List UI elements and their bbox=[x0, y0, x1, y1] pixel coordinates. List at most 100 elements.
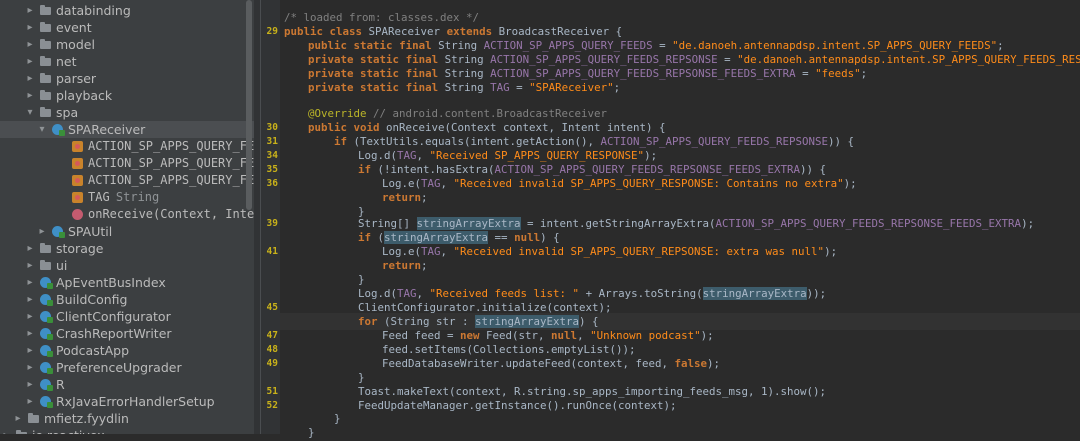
tree-item-label: onReceive(Context, Inte bbox=[88, 207, 254, 221]
line-number: 49 bbox=[266, 358, 278, 369]
tree-item-label: spa bbox=[56, 105, 79, 120]
tree-item-type: String bbox=[115, 190, 160, 204]
chevron-right-icon[interactable]: ▸ bbox=[37, 223, 47, 240]
tree-item-label: playback bbox=[56, 88, 113, 103]
chevron-right-icon[interactable]: ▸ bbox=[25, 308, 35, 325]
tree-item[interactable]: TAG String bbox=[0, 189, 254, 206]
class-icon bbox=[40, 277, 53, 289]
chevron-right-icon[interactable]: ▸ bbox=[25, 70, 35, 87]
folder-icon bbox=[40, 56, 51, 66]
chevron-right-icon[interactable]: ▸ bbox=[25, 291, 35, 308]
chevron-right-icon[interactable]: ▸ bbox=[25, 36, 35, 53]
folder-icon bbox=[40, 107, 51, 117]
tree-item[interactable]: ▸ CrashReportWriter bbox=[0, 325, 254, 342]
chevron-right-icon[interactable]: ▸ bbox=[25, 87, 35, 104]
tree-item-label: PreferenceUpgrader bbox=[56, 360, 182, 375]
tree-item[interactable]: onReceive(Context, Inte bbox=[0, 206, 254, 223]
tree-item[interactable]: ACTION_SP_APPS_QUERY_FE bbox=[0, 155, 254, 172]
tree-item-label: event bbox=[56, 20, 92, 35]
panel-divider[interactable] bbox=[254, 0, 261, 434]
chevron-down-icon[interactable]: ▾ bbox=[37, 121, 47, 138]
tree-item[interactable]: ▸ ApEventBusIndex bbox=[0, 274, 254, 291]
tree-item-label: PodcastApp bbox=[56, 343, 130, 358]
tree-item[interactable]: ▸ net bbox=[0, 53, 254, 70]
code-line[interactable]: FeedUpdateManager.getInstance().runOnce(… bbox=[358, 397, 677, 414]
tree-item[interactable]: ▸ parser bbox=[0, 70, 254, 87]
chevron-right-icon[interactable]: ▸ bbox=[1, 427, 11, 434]
tree-item[interactable]: ▾ spa bbox=[0, 104, 254, 121]
tree-item[interactable]: ▸ SPAUtil bbox=[0, 223, 254, 240]
code-line[interactable]: return; bbox=[382, 189, 428, 206]
chevron-right-icon[interactable]: ▸ bbox=[25, 257, 35, 274]
tree-item[interactable]: ▸ storage bbox=[0, 240, 254, 257]
chevron-down-icon[interactable]: ▾ bbox=[25, 104, 35, 121]
chevron-right-icon[interactable]: ▸ bbox=[25, 325, 35, 342]
folder-icon bbox=[40, 243, 51, 253]
tree-item[interactable]: ▸ R bbox=[0, 376, 254, 393]
tree-item[interactable]: ▸ ui bbox=[0, 257, 254, 274]
tree-item[interactable]: ▸ PodcastApp bbox=[0, 342, 254, 359]
tree-item[interactable]: ▸ playback bbox=[0, 87, 254, 104]
tree-item[interactable]: ACTION_SP_APPS_QUERY_FE bbox=[0, 172, 254, 189]
tree-item[interactable]: ▸ BuildConfig bbox=[0, 291, 254, 308]
project-tree-panel: ▸ databinding ▸ event ▸ model ▸ net ▸ parser ▸ play… bbox=[0, 0, 254, 434]
code-editor[interactable]: /* loaded from: classes.dex */public cla… bbox=[280, 0, 1080, 439]
tree-item-label: net bbox=[56, 54, 77, 69]
chevron-right-icon[interactable]: ▸ bbox=[13, 410, 23, 427]
chevron-right-icon[interactable]: ▸ bbox=[25, 342, 35, 359]
tree-item[interactable]: ▾ SPAReceiver bbox=[0, 121, 254, 138]
tree-item-label: TAG bbox=[88, 190, 110, 204]
tree-item-label: ui bbox=[56, 258, 68, 273]
tree-item[interactable]: ▸ databinding bbox=[0, 2, 254, 19]
class-icon bbox=[40, 328, 53, 340]
tree-item-label: parser bbox=[56, 71, 97, 86]
line-number: 52 bbox=[266, 400, 278, 411]
tree-item-label: RxJavaErrorHandlerSetup bbox=[56, 394, 215, 409]
chevron-right-icon[interactable]: ▸ bbox=[25, 19, 35, 36]
tree-item[interactable]: ACTION_SP_APPS_QUERY_FE bbox=[0, 138, 254, 155]
tree-item-label: ClientConfigurator bbox=[56, 309, 171, 324]
field-icon bbox=[72, 158, 83, 169]
tree-item[interactable]: ▸ RxJavaErrorHandlerSetup bbox=[0, 393, 254, 410]
tree-item-label: model bbox=[56, 37, 95, 52]
tree-item-label: ACTION_SP_APPS_QUERY_FE bbox=[88, 139, 254, 153]
class-icon bbox=[52, 124, 65, 136]
chevron-right-icon[interactable]: ▸ bbox=[25, 2, 35, 19]
code-line[interactable]: Log.e(TAG, "Received invalid SP_APPS_QUE… bbox=[382, 243, 837, 260]
line-number: 45 bbox=[266, 302, 278, 313]
chevron-right-icon[interactable]: ▸ bbox=[25, 274, 35, 291]
class-icon bbox=[40, 345, 53, 357]
field-icon bbox=[72, 141, 83, 152]
tree-item[interactable]: ▸ io.reactivex bbox=[0, 427, 254, 434]
tree-item-label: R bbox=[56, 377, 65, 392]
code-line[interactable]: Log.e(TAG, "Received invalid SP_APPS_QUE… bbox=[382, 175, 857, 192]
code-line[interactable]: } bbox=[308, 424, 315, 441]
tree-item-label: SPAReceiver bbox=[68, 122, 146, 137]
tree-item-label: databinding bbox=[56, 3, 131, 18]
folder-icon bbox=[40, 90, 51, 100]
chevron-right-icon[interactable]: ▸ bbox=[25, 53, 35, 70]
chevron-right-icon[interactable]: ▸ bbox=[25, 359, 35, 376]
tree-item[interactable]: ▸ event bbox=[0, 19, 254, 36]
line-number: 41 bbox=[266, 246, 278, 257]
class-icon bbox=[40, 379, 53, 391]
tree-item-label: ApEventBusIndex bbox=[56, 275, 166, 290]
tree-item[interactable]: ▸ PreferenceUpgrader bbox=[0, 359, 254, 376]
tree-item[interactable]: ▸ mfietz.fyydlin bbox=[0, 410, 254, 427]
field-icon bbox=[72, 192, 83, 203]
field-icon bbox=[72, 175, 83, 186]
chevron-right-icon[interactable]: ▸ bbox=[25, 393, 35, 410]
code-line[interactable]: private static final String TAG = "SPARe… bbox=[308, 79, 620, 96]
code-line[interactable]: FeedDatabaseWriter.updateFeed(context, f… bbox=[382, 355, 720, 372]
code-line[interactable]: return; bbox=[382, 257, 428, 274]
folder-icon bbox=[40, 73, 51, 83]
code-line[interactable]: } bbox=[334, 410, 341, 427]
chevron-right-icon[interactable]: ▸ bbox=[25, 240, 35, 257]
class-icon bbox=[52, 226, 65, 238]
chevron-right-icon[interactable]: ▸ bbox=[25, 376, 35, 393]
folder-icon bbox=[40, 39, 51, 49]
project-tree-scrollbar[interactable] bbox=[246, 0, 252, 210]
folder-icon bbox=[40, 260, 51, 270]
tree-item[interactable]: ▸ model bbox=[0, 36, 254, 53]
tree-item[interactable]: ▸ ClientConfigurator bbox=[0, 308, 254, 325]
